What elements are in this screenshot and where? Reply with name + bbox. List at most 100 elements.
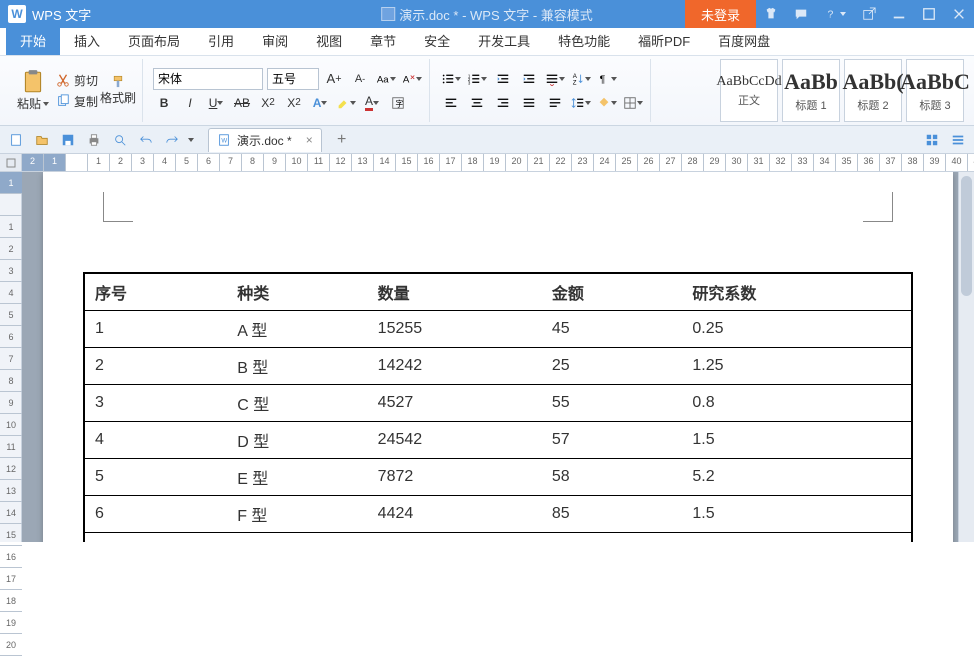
table-cell[interactable]: 14242 [368, 348, 542, 385]
increase-indent-button[interactable] [518, 68, 540, 90]
shrink-font-button[interactable]: A- [349, 68, 371, 90]
table-header-cell[interactable]: 序号 [84, 273, 227, 311]
borders-button[interactable] [622, 92, 644, 114]
text-effect-button[interactable]: A [309, 92, 331, 114]
vertical-scrollbar[interactable] [958, 172, 974, 542]
view-grid-button[interactable] [922, 130, 942, 150]
document-page[interactable]: 序号种类数量金额研究系数 1A 型15255450.252B 型14242251… [43, 172, 953, 542]
maximize-button[interactable] [914, 0, 944, 28]
document-tab[interactable]: W 演示.doc * × [208, 128, 322, 152]
menu-tab-2[interactable]: 页面布局 [114, 25, 194, 55]
skin-icon[interactable] [756, 0, 786, 28]
paste-button[interactable]: 粘贴 [12, 69, 54, 112]
new-doc-button[interactable] [6, 130, 26, 150]
table-cell[interactable]: 1.5 [682, 422, 912, 459]
cut-button[interactable]: 剪切 [56, 72, 98, 89]
menu-tab-4[interactable]: 审阅 [248, 25, 302, 55]
table-header-cell[interactable]: 数量 [368, 273, 542, 311]
open-button[interactable] [32, 130, 52, 150]
scrollbar-thumb[interactable] [961, 176, 972, 296]
table-cell[interactable]: 55 [542, 385, 682, 422]
table-cell[interactable]: 5 [84, 459, 227, 496]
menu-tab-0[interactable]: 开始 [6, 25, 60, 55]
table-row[interactable]: 7H 型45563452.6 [84, 533, 912, 543]
tab-settings-button[interactable] [544, 68, 566, 90]
menu-tab-9[interactable]: 特色功能 [544, 25, 624, 55]
table-cell[interactable]: 7 [84, 533, 227, 543]
horizontal-ruler[interactable]: 2112345678910111213141516171819202122232… [0, 154, 974, 172]
align-left-button[interactable] [440, 92, 462, 114]
superscript-button[interactable]: X2 [257, 92, 279, 114]
table-header-cell[interactable]: 种类 [227, 273, 367, 311]
new-tab-button[interactable]: + [334, 132, 350, 148]
ruler-corner-icon[interactable] [0, 154, 22, 171]
table-cell[interactable]: 1 [84, 311, 227, 348]
help-icon[interactable]: ? [816, 0, 854, 28]
save-button[interactable] [58, 130, 78, 150]
table-cell[interactable]: 45563 [368, 533, 542, 543]
vertical-ruler[interactable]: 11234567891011121314151617181920 [0, 172, 22, 542]
menu-tab-5[interactable]: 视图 [302, 25, 356, 55]
table-cell[interactable]: 45 [542, 311, 682, 348]
view-list-button[interactable] [948, 130, 968, 150]
close-button[interactable] [944, 0, 974, 28]
table-cell[interactable]: 25 [542, 348, 682, 385]
table-cell[interactable]: 15255 [368, 311, 542, 348]
subscript-button[interactable]: X2 [283, 92, 305, 114]
table-cell[interactable]: 4424 [368, 496, 542, 533]
format-painter-button[interactable]: 格式刷 [100, 75, 136, 106]
line-spacing-button[interactable] [570, 92, 592, 114]
menu-tab-10[interactable]: 福昕PDF [624, 25, 704, 55]
style-box-2[interactable]: AaBb(标题 2 [844, 59, 902, 122]
align-justify-button[interactable] [518, 92, 540, 114]
table-cell[interactable]: 5.2 [682, 459, 912, 496]
char-border-button[interactable]: 字 [387, 92, 409, 114]
align-center-button[interactable] [466, 92, 488, 114]
table-row[interactable]: 2B 型14242251.25 [84, 348, 912, 385]
table-cell[interactable]: A 型 [227, 311, 367, 348]
table-cell[interactable]: 0.25 [682, 311, 912, 348]
table-cell[interactable]: 45 [542, 533, 682, 543]
style-box-0[interactable]: AaBbCcDd正文 [720, 59, 778, 122]
chat-icon[interactable] [786, 0, 816, 28]
clear-format-button[interactable]: A [401, 68, 423, 90]
numbering-button[interactable]: 123 [466, 68, 488, 90]
table-cell[interactable]: 4527 [368, 385, 542, 422]
grow-font-button[interactable]: A+ [323, 68, 345, 90]
print-button[interactable] [84, 130, 104, 150]
table-cell[interactable]: C 型 [227, 385, 367, 422]
undo-button[interactable] [136, 130, 156, 150]
highlight-button[interactable] [335, 92, 357, 114]
table-cell[interactable]: E 型 [227, 459, 367, 496]
strikethrough-button[interactable]: AB [231, 92, 253, 114]
bullets-button[interactable] [440, 68, 462, 90]
table-cell[interactable]: 85 [542, 496, 682, 533]
table-cell[interactable]: 7872 [368, 459, 542, 496]
redo-button[interactable] [162, 130, 182, 150]
data-table[interactable]: 序号种类数量金额研究系数 1A 型15255450.252B 型14242251… [83, 272, 913, 542]
table-row[interactable]: 4D 型24542571.5 [84, 422, 912, 459]
underline-button[interactable]: U [205, 92, 227, 114]
decrease-indent-button[interactable] [492, 68, 514, 90]
distribute-button[interactable] [544, 92, 566, 114]
copy-button[interactable]: 复制 [56, 93, 98, 110]
font-color-button[interactable]: A [361, 92, 383, 114]
share-icon[interactable] [854, 0, 884, 28]
table-cell[interactable]: 0.8 [682, 385, 912, 422]
table-cell[interactable]: B 型 [227, 348, 367, 385]
qat-more-icon[interactable] [188, 138, 194, 142]
table-cell[interactable]: F 型 [227, 496, 367, 533]
table-cell[interactable]: 1.5 [682, 496, 912, 533]
minimize-button[interactable] [884, 0, 914, 28]
table-cell[interactable]: 4 [84, 422, 227, 459]
table-row[interactable]: 1A 型15255450.25 [84, 311, 912, 348]
table-cell[interactable]: 2 [84, 348, 227, 385]
change-case-button[interactable]: Aa [375, 68, 397, 90]
menu-tab-7[interactable]: 安全 [410, 25, 464, 55]
font-name-combo[interactable] [153, 68, 263, 90]
sort-button[interactable]: AZ [570, 68, 592, 90]
table-cell[interactable]: 1.25 [682, 348, 912, 385]
table-cell[interactable]: 57 [542, 422, 682, 459]
table-cell[interactable]: D 型 [227, 422, 367, 459]
table-row[interactable]: 5E 型7872585.2 [84, 459, 912, 496]
